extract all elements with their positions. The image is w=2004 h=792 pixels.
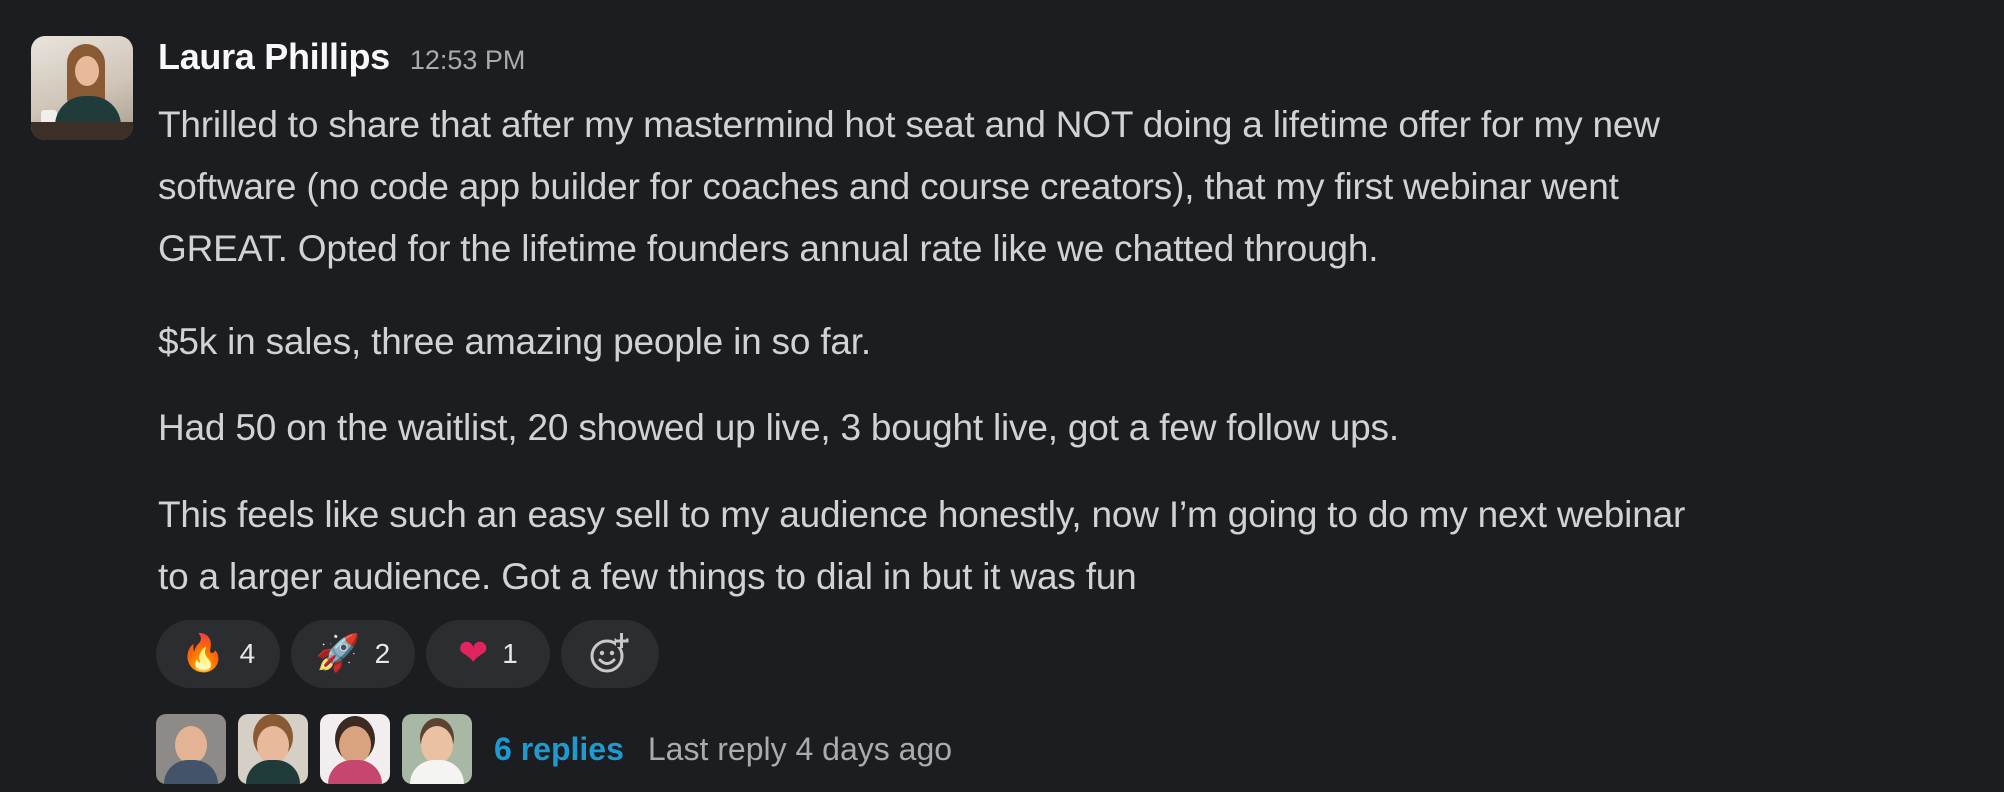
message-paragraph: $5k in sales, three amazing people in so… (158, 321, 871, 362)
avatar-body (164, 760, 218, 784)
avatar-face (75, 56, 99, 86)
add-reaction-button[interactable] (561, 620, 659, 688)
rocket-icon: 🚀 (315, 633, 361, 674)
reaction-rocket[interactable]: 🚀 2 (291, 620, 415, 688)
avatar-body (410, 760, 464, 784)
author-name[interactable]: Laura Phillips (158, 36, 390, 78)
avatar-desk (31, 122, 133, 140)
avatar-face (339, 726, 371, 764)
participant-avatar[interactable] (402, 714, 472, 784)
reaction-count: 1 (502, 638, 518, 669)
message-timestamp[interactable]: 12:53 PM (410, 45, 526, 76)
participant-avatar[interactable] (320, 714, 390, 784)
reaction-fire[interactable]: 🔥 4 (156, 620, 280, 688)
add-reaction-icon (590, 633, 629, 673)
message-paragraph: Had 50 on the waitlist, 20 showed up liv… (158, 407, 1399, 448)
message-header: Laura Phillips 12:53 PM (158, 36, 525, 86)
author-avatar[interactable] (31, 36, 133, 140)
thread-summary[interactable]: 6 replies Last reply 4 days ago (156, 714, 952, 784)
avatar-face (421, 726, 453, 764)
reaction-bar: 🔥 4 🚀 2 ❤ 1 (156, 620, 659, 688)
participant-avatar[interactable] (156, 714, 226, 784)
replies-link[interactable]: 6 replies (494, 731, 624, 768)
message-paragraph: This feels like such an easy sell to my … (158, 494, 1686, 597)
participant-avatar[interactable] (238, 714, 308, 784)
avatar-face (175, 726, 207, 764)
avatar-body (328, 760, 382, 784)
reaction-heart[interactable]: ❤ 1 (426, 620, 550, 688)
avatar-body (246, 760, 300, 784)
heart-icon: ❤ (458, 633, 489, 674)
message: Laura Phillips 12:53 PM Thrilled to shar… (0, 0, 2004, 792)
message-paragraph: Thrilled to share that after my mastermi… (158, 104, 1660, 269)
last-reply-text: Last reply 4 days ago (647, 730, 953, 767)
fire-icon: 🔥 (180, 633, 226, 674)
avatar-face (257, 726, 289, 764)
reaction-count: 2 (374, 638, 391, 669)
reaction-count: 4 (239, 638, 256, 669)
